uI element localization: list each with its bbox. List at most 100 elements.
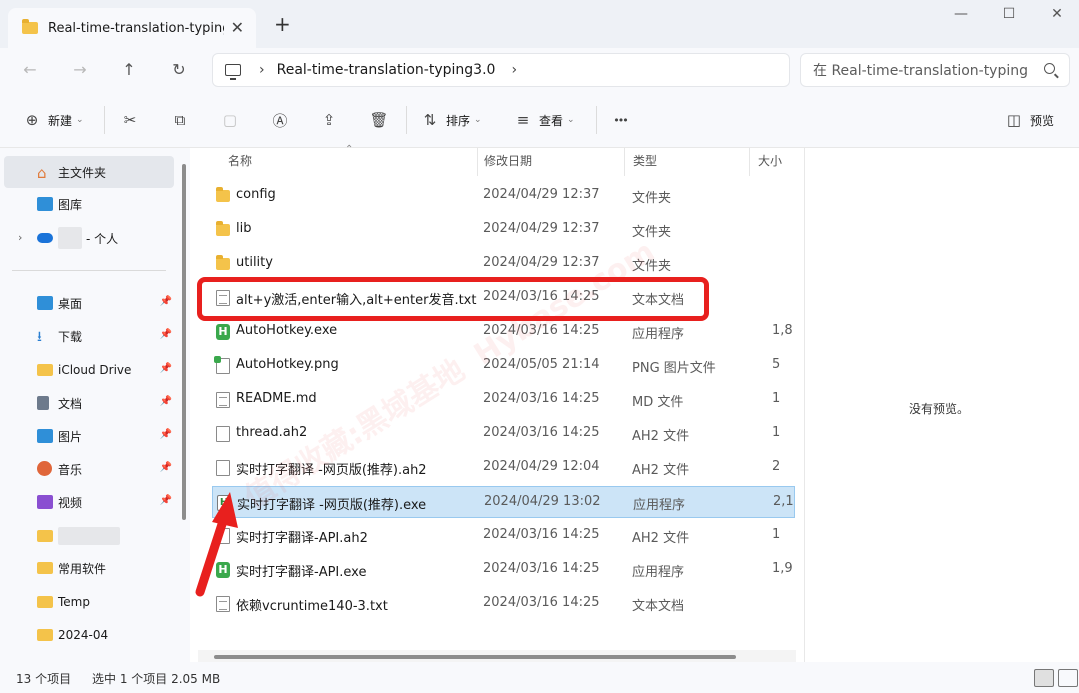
chevron-down-icon: ⌄ xyxy=(474,115,482,125)
more-button[interactable]: ••• xyxy=(610,109,630,131)
chevron-down-icon: ⌄ xyxy=(76,115,84,125)
file-row[interactable]: H 实时打字翻译-API.exe 2024/03/16 14:25 应用程序 1,9 xyxy=(212,554,795,586)
close-tab-icon[interactable]: ✕ xyxy=(231,18,244,37)
sidebar-label: - 个人 xyxy=(86,231,119,246)
sidebar-item-folder-2024-04[interactable]: 2024-04 xyxy=(4,619,174,651)
view-button[interactable]: ≡ 查看 ⌄ xyxy=(513,109,575,131)
sidebar-item-music[interactable]: 音乐 📌 xyxy=(4,453,174,485)
column-type[interactable]: 类型 xyxy=(633,152,657,169)
folder-icon xyxy=(37,364,53,376)
new-button[interactable]: ⊕ 新建 ⌄ xyxy=(22,109,84,131)
item-count: 13 个项目 xyxy=(16,672,72,686)
home-icon: ⌂ xyxy=(37,164,47,182)
active-tab[interactable]: Real-time-translation-typing3. ✕ xyxy=(8,8,256,48)
redacted-name xyxy=(58,227,82,249)
minimize-button[interactable]: — xyxy=(946,6,976,28)
cell-size: 2,1 xyxy=(773,494,794,509)
file-row[interactable]: config 2024/04/29 12:37 文件夹 xyxy=(212,180,795,212)
file-row[interactable]: 实时打字翻译-API.ah2 2024/03/16 14:25 AH2 文件 1 xyxy=(212,520,795,552)
sidebar-item-home[interactable]: ⌂ 主文件夹 xyxy=(4,156,174,188)
breadcrumb-end-chevron-icon[interactable]: › xyxy=(511,62,517,78)
no-preview-text: 没有预览。 xyxy=(909,402,970,416)
pin-icon[interactable]: 📌 xyxy=(160,296,172,307)
rename-button[interactable]: Ⓐ xyxy=(270,109,290,131)
pin-icon[interactable]: 📌 xyxy=(160,429,172,440)
share-button[interactable]: ⇪ xyxy=(319,109,339,131)
column-divider[interactable] xyxy=(477,148,478,176)
search-icon[interactable] xyxy=(1044,63,1055,74)
cell-name: AutoHotkey.exe xyxy=(236,323,338,338)
cell-date: 2024/04/29 12:37 xyxy=(483,187,600,202)
pin-icon[interactable]: 📌 xyxy=(160,462,172,473)
refresh-button[interactable]: ↻ xyxy=(165,56,193,84)
column-divider[interactable] xyxy=(624,148,625,176)
sidebar-item-downloads[interactable]: ⭳ 下载 📌 xyxy=(4,320,174,352)
column-date[interactable]: 修改日期 xyxy=(484,152,532,169)
cut-button[interactable]: ✂ xyxy=(120,109,140,131)
address-field[interactable]: › Real-time-translation-typing3.0 › xyxy=(212,53,790,87)
chevron-right-icon[interactable]: › xyxy=(18,231,22,244)
scrollbar-thumb[interactable] xyxy=(214,655,736,659)
preview-button[interactable]: ◫ 预览 xyxy=(1004,109,1054,131)
sidebar-label: 视频 xyxy=(58,495,83,510)
file-row[interactable]: lib 2024/04/29 12:37 文件夹 xyxy=(212,214,795,246)
column-size[interactable]: 大小 xyxy=(758,152,782,169)
sidebar-scrollbar[interactable] xyxy=(182,164,186,520)
sort-button[interactable]: ⇅ 排序 ⌄ xyxy=(420,109,482,131)
paste-button[interactable]: ▢ xyxy=(220,109,240,131)
sidebar-item-icloud[interactable]: iCloud Drive 📌 xyxy=(4,354,174,386)
copy-button[interactable]: ⧉ xyxy=(170,109,190,131)
search-box[interactable]: 在 Real-time-translation-typing3. xyxy=(800,53,1070,87)
up-button[interactable]: ↑ xyxy=(115,56,143,84)
desktop-icon xyxy=(37,296,53,310)
pin-icon[interactable]: 📌 xyxy=(160,396,172,407)
breadcrumb-current[interactable]: Real-time-translation-typing3.0 xyxy=(277,62,496,78)
sidebar-item-pictures[interactable]: 图片 📌 xyxy=(4,420,174,452)
file-row[interactable]: README.md 2024/03/16 14:25 MD 文件 1 xyxy=(212,384,795,416)
cell-size: 1 xyxy=(772,527,781,542)
details-view-icon[interactable] xyxy=(1034,669,1054,687)
tiles-view-icon[interactable] xyxy=(1058,669,1078,687)
sidebar-item-onedrive[interactable]: › - 个人 xyxy=(4,222,174,254)
column-headers: 名称 ⌃ 修改日期 类型 大小 xyxy=(192,144,804,176)
cell-name: utility xyxy=(236,255,273,270)
sidebar-item-documents[interactable]: 文档 📌 xyxy=(4,387,174,419)
documents-icon xyxy=(37,396,49,410)
preview-pane: 没有预览。 xyxy=(804,148,1079,662)
sidebar-label: Temp xyxy=(58,595,90,609)
column-name[interactable]: 名称 xyxy=(228,152,252,169)
command-bar: ⊕ 新建 ⌄ ✂ ⧉ ▢ Ⓐ ⇪ 🗑 ⇅ 排序 ⌄ ≡ 查看 ⌄ ••• ◫ 预… xyxy=(0,92,1079,148)
cell-type: 应用程序 xyxy=(632,327,685,342)
cell-date: 2024/03/16 14:25 xyxy=(483,561,600,576)
sidebar-item-folder-temp[interactable]: Temp xyxy=(4,586,174,618)
view-label: 查看 xyxy=(539,113,564,128)
sidebar-divider xyxy=(12,270,166,271)
folder-icon xyxy=(37,562,53,574)
cell-name: 依赖vcruntime140-3.txt xyxy=(236,599,388,614)
pin-icon[interactable]: 📌 xyxy=(160,495,172,506)
divider xyxy=(596,106,597,134)
address-bar-row: ← → ↑ ↻ › Real-time-translation-typing3.… xyxy=(0,48,1079,92)
redacted-name xyxy=(58,527,120,545)
cell-type: AH2 文件 xyxy=(632,429,690,444)
maximize-button[interactable]: ☐ xyxy=(994,6,1024,28)
pin-icon[interactable]: 📌 xyxy=(160,363,172,374)
delete-button[interactable]: 🗑 xyxy=(369,109,389,131)
sidebar-item-folder-common[interactable]: 常用软件 xyxy=(4,552,174,584)
sidebar-item-redacted-folder[interactable] xyxy=(4,520,174,552)
forward-button[interactable]: → xyxy=(66,56,94,84)
column-divider[interactable] xyxy=(749,148,750,176)
cell-date: 2024/03/16 14:25 xyxy=(483,527,600,542)
sidebar-item-gallery[interactable]: 图库 xyxy=(4,188,174,220)
breadcrumb-chevron-icon[interactable]: › xyxy=(259,62,265,78)
pin-icon[interactable]: 📌 xyxy=(160,329,172,340)
cell-name: config xyxy=(236,187,276,202)
sidebar-item-videos[interactable]: 视频 📌 xyxy=(4,486,174,518)
file-row[interactable]: 依赖vcruntime140-3.txt 2024/03/16 14:25 文本文档 xyxy=(212,588,795,620)
file-row[interactable]: utility 2024/04/29 12:37 文件夹 xyxy=(212,248,795,280)
music-icon xyxy=(37,461,52,476)
close-window-button[interactable]: ✕ xyxy=(1042,6,1072,28)
back-button[interactable]: ← xyxy=(16,56,44,84)
sidebar-item-desktop[interactable]: 桌面 📌 xyxy=(4,287,174,319)
new-tab-button[interactable]: + xyxy=(274,14,291,34)
